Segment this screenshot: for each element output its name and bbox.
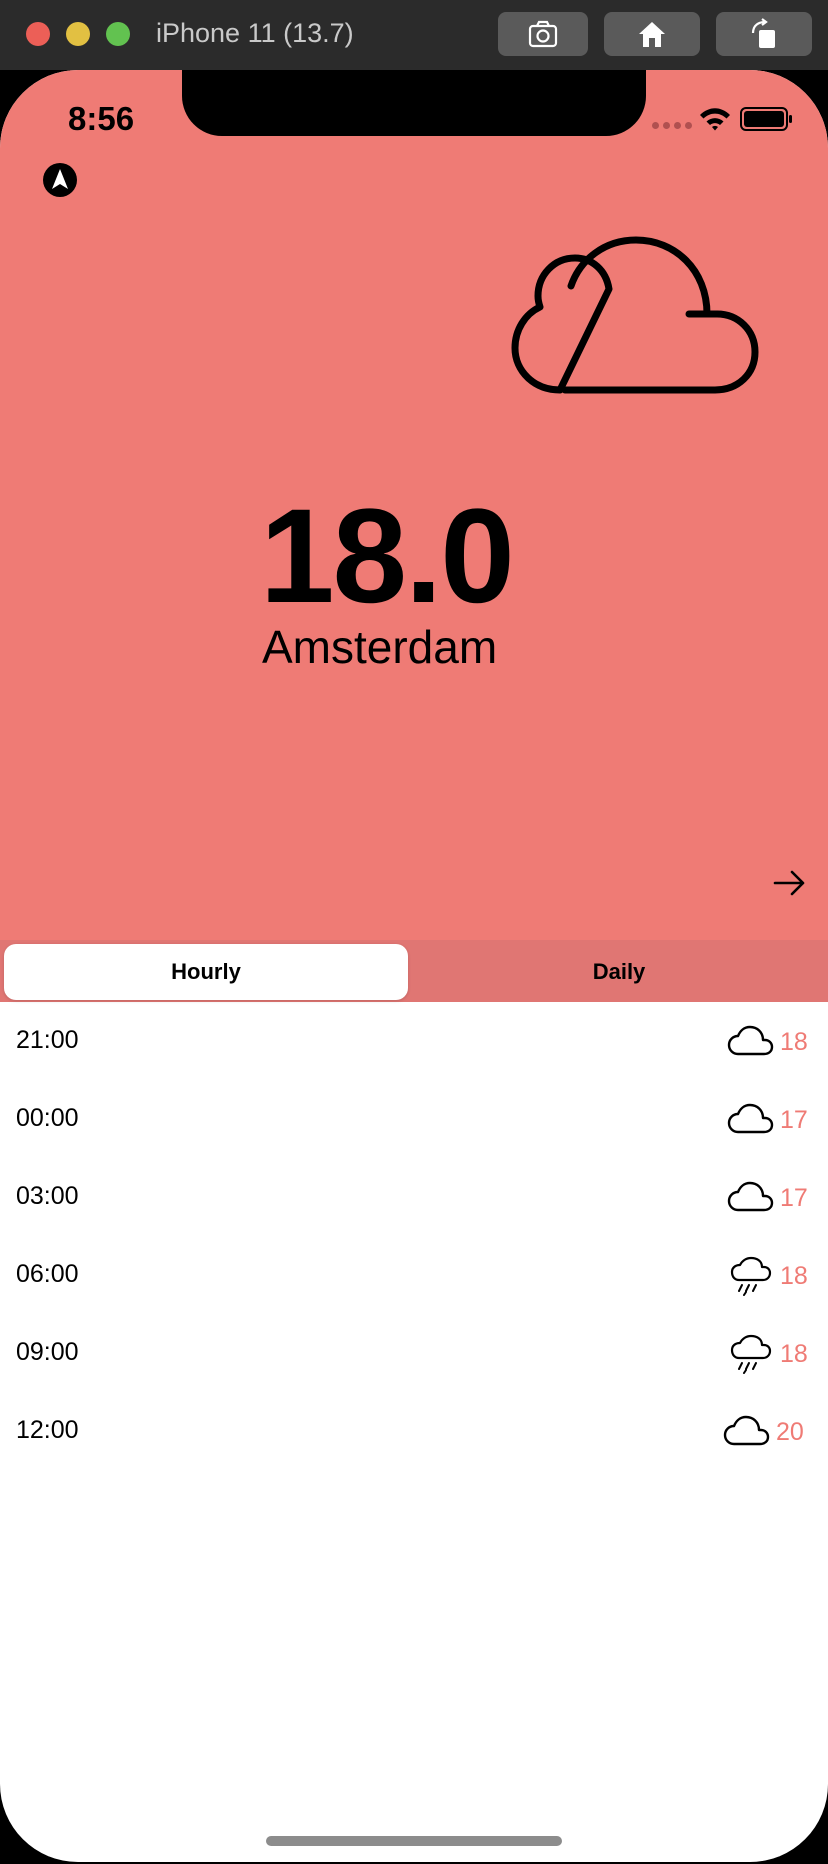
home-indicator[interactable] — [266, 1836, 562, 1846]
forecast-segmented-control: Hourly Daily — [0, 940, 828, 1002]
rotate-icon — [751, 18, 775, 48]
location-icon[interactable] — [42, 162, 78, 198]
phone-screen: 8:56 18.0 Amsterdam Hourly Daily 21:00 1… — [0, 70, 828, 1862]
forecast-temp: 17 — [780, 1184, 808, 1212]
home-button[interactable] — [604, 12, 700, 56]
close-window-button[interactable] — [26, 22, 50, 46]
simulator-titlebar: iPhone 11 (13.7) — [0, 0, 828, 71]
forecast-time: 06:00 — [16, 1260, 79, 1288]
forecast-time: 21:00 — [16, 1026, 79, 1054]
arrow-right-icon[interactable] — [772, 868, 808, 898]
forecast-time: 03:00 — [16, 1182, 79, 1210]
hourly-forecast-list: 21:00 18 00:00 17 03:00 17 06:00 18 09:0… — [0, 1002, 828, 1470]
forecast-time: 12:00 — [16, 1416, 79, 1444]
wifi-icon — [700, 108, 730, 131]
rain-icon — [730, 1256, 772, 1296]
minimize-window-button[interactable] — [66, 22, 90, 46]
forecast-temp: 18 — [780, 1028, 808, 1056]
cloud-icon — [727, 1025, 774, 1056]
current-temperature: 18.0 — [260, 482, 515, 631]
cloud-icon — [727, 1103, 774, 1134]
forecast-temp: 18 — [780, 1340, 808, 1368]
notch — [182, 70, 646, 136]
status-time: 8:56 — [68, 100, 135, 137]
list-item: 21:00 18 — [0, 1002, 828, 1080]
signal-icon — [652, 122, 692, 129]
forecast-time: 00:00 — [16, 1104, 79, 1132]
rotate-button[interactable] — [716, 12, 812, 56]
home-icon — [639, 22, 665, 47]
list-item: 06:00 18 — [0, 1236, 828, 1314]
tab-hourly[interactable]: Hourly — [4, 944, 408, 1000]
forecast-temp: 17 — [780, 1106, 808, 1134]
forecast-temp: 20 — [776, 1418, 804, 1446]
tab-daily[interactable]: Daily — [414, 944, 824, 1000]
rain-icon — [730, 1334, 772, 1374]
list-item: 12:00 20 — [0, 1392, 828, 1470]
list-item: 09:00 18 — [0, 1314, 828, 1392]
forecast-time: 09:00 — [16, 1338, 79, 1366]
screenshot-button[interactable] — [498, 12, 588, 56]
zoom-window-button[interactable] — [106, 22, 130, 46]
list-item: 00:00 17 — [0, 1080, 828, 1158]
cloud-icon — [511, 236, 759, 394]
cloud-icon — [727, 1181, 774, 1212]
battery-icon — [740, 107, 792, 131]
current-weather-panel: 8:56 18.0 Amsterdam — [0, 70, 828, 940]
camera-icon — [528, 20, 558, 48]
city-name: Amsterdam — [262, 621, 498, 673]
forecast-temp: 18 — [780, 1262, 808, 1290]
simulator-title: iPhone 11 (13.7) — [156, 18, 354, 48]
list-item: 03:00 17 — [0, 1158, 828, 1236]
cloud-icon — [723, 1415, 770, 1446]
